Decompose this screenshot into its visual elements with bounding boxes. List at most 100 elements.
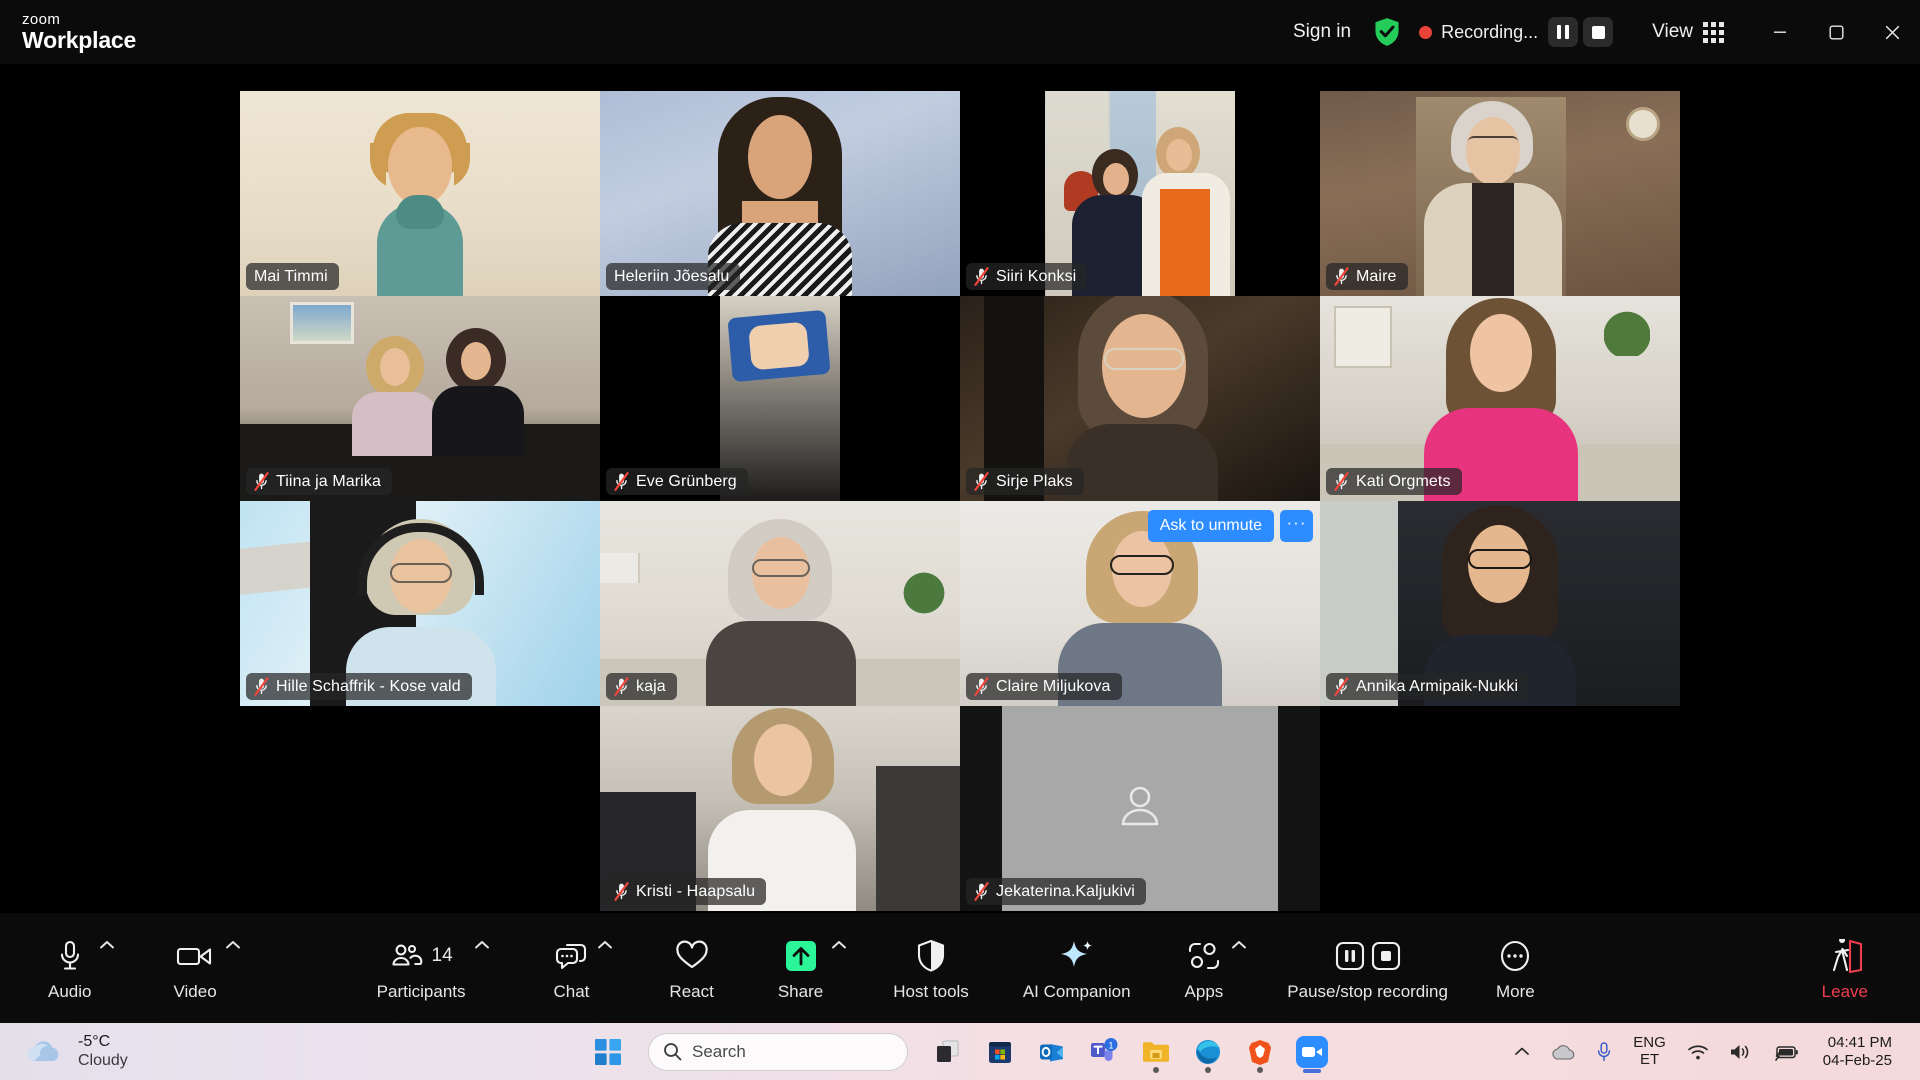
teams-badge-count: 1 <box>1108 1040 1113 1050</box>
participant-name-badge: Claire Miljukova <box>966 673 1122 700</box>
video-wall-picture <box>290 302 354 344</box>
battery-button[interactable] <box>1765 1030 1807 1074</box>
video-baby <box>748 321 810 371</box>
zoom-taskbar-button[interactable] <box>1286 1028 1338 1076</box>
apps-control-group: Apps <box>1179 925 1248 1011</box>
participant-tile[interactable]: Siiri Konksi <box>960 91 1320 296</box>
video-options-caret[interactable] <box>225 937 241 954</box>
video-face-a <box>380 348 410 386</box>
brave-browser-button[interactable] <box>1234 1028 1286 1076</box>
view-button[interactable]: View <box>1652 21 1724 43</box>
video-button[interactable]: Video <box>167 925 222 1011</box>
minimize-button[interactable] <box>1752 0 1808 64</box>
participant-row: Tiina ja Marika Eve Grünberg Sirje Plaks… <box>240 296 1680 501</box>
language-indicator[interactable]: ENG ET <box>1624 1033 1675 1069</box>
pause-stop-recording-button[interactable]: Pause/stop recording <box>1281 925 1454 1011</box>
stop-icon <box>1591 25 1605 39</box>
participant-name-badge: Annika Armipaik-Nukki <box>1326 673 1530 700</box>
title-bar: zoom Workplace Sign in Recording... View <box>0 0 1920 64</box>
zoom-meeting-window: zoom Workplace Sign in Recording... View… <box>0 0 1920 1080</box>
react-button[interactable]: React <box>663 925 719 1011</box>
participant-tile-hovered[interactable]: Ask to unmute ··· Claire Miljukova <box>960 501 1320 706</box>
chat-options-caret[interactable] <box>597 937 613 954</box>
participant-name: Tiina ja Marika <box>276 472 381 490</box>
muted-microphone-icon <box>974 882 989 901</box>
apps-options-caret[interactable] <box>1231 937 1247 954</box>
microphone-tray-button[interactable] <box>1588 1030 1620 1074</box>
taskbar-weather-widget[interactable]: -5°C Cloudy <box>22 1033 128 1070</box>
language-primary: ENG <box>1633 1033 1666 1051</box>
share-button[interactable]: Share <box>772 925 829 1011</box>
audio-button[interactable]: Audio <box>42 925 97 1011</box>
participant-name: kaja <box>636 677 666 695</box>
recording-label: Recording... <box>1441 21 1539 42</box>
participant-name: Claire Miljukova <box>996 677 1111 695</box>
participant-tile[interactable]: Eve Grünberg <box>600 296 960 501</box>
letterbox-right <box>840 296 960 501</box>
participant-tile-no-video[interactable]: Jekaterina.Kaljukivi <box>960 706 1320 911</box>
microsoft-store-button[interactable] <box>974 1028 1026 1076</box>
participant-tile[interactable]: Sirje Plaks <box>960 296 1320 501</box>
microsoft-teams-button[interactable]: 1 <box>1078 1028 1130 1076</box>
file-explorer-button[interactable] <box>1130 1028 1182 1076</box>
participant-tile[interactable]: Kati Orgmets <box>1320 296 1680 501</box>
outlook-icon <box>1040 1043 1063 1061</box>
share-options-caret[interactable] <box>831 937 847 954</box>
stop-recording-button[interactable] <box>1583 17 1614 47</box>
participant-name: Eve Grünberg <box>636 472 737 490</box>
muted-microphone-icon <box>254 677 269 696</box>
ai-companion-button[interactable]: AI Companion <box>1017 925 1137 1011</box>
audio-options-caret[interactable] <box>99 937 115 954</box>
host-tools-button[interactable]: Host tools <box>887 925 975 1011</box>
microsoft-edge-button[interactable] <box>1182 1028 1234 1076</box>
tile-more-options-button[interactable]: ··· <box>1280 510 1313 542</box>
participant-tile-active-speaker[interactable]: Heleriin Jõesalu <box>600 91 960 296</box>
volume-button[interactable] <box>1721 1030 1761 1074</box>
chat-button[interactable]: Chat <box>548 925 596 1011</box>
file-explorer-icon <box>1143 1041 1169 1062</box>
participant-tile[interactable]: Kristi - Haapsalu <box>600 706 960 911</box>
taskbar-search-box[interactable]: Search <box>648 1032 908 1071</box>
task-view-button[interactable] <box>922 1028 974 1076</box>
video-torso-b <box>432 386 524 456</box>
pause-icon <box>1557 25 1570 39</box>
participant-tile[interactable]: kaja <box>600 501 960 706</box>
tray-overflow-button[interactable] <box>1506 1030 1538 1074</box>
ellipsis-icon <box>1498 935 1532 977</box>
maximize-button[interactable] <box>1808 0 1864 64</box>
ask-to-unmute-button[interactable]: Ask to unmute <box>1147 510 1274 542</box>
participant-name-badge: Kristi - Haapsalu <box>606 878 767 905</box>
share-label: Share <box>777 981 824 1001</box>
participant-name: Hille Schaffrik - Kose vald <box>276 677 461 695</box>
video-plant <box>1604 304 1650 356</box>
start-button[interactable] <box>582 1028 634 1076</box>
apps-icon <box>1187 935 1221 977</box>
participant-name-badge: Maire <box>1326 263 1408 290</box>
participant-tile[interactable]: Hille Schaffrik - Kose vald <box>240 501 600 706</box>
participant-tile[interactable]: Annika Armipaik-Nukki <box>1320 501 1680 706</box>
taskbar-clock[interactable]: 04:41 PM 04-Feb-25 <box>1811 1034 1902 1069</box>
participant-row: Mai Timmi Heleriin Jõesalu Siiri Konksi … <box>240 91 1680 296</box>
avatar <box>1120 784 1160 830</box>
participant-tile[interactable]: Maire <box>1320 91 1680 296</box>
sign-in-button[interactable]: Sign in <box>1293 21 1351 43</box>
pause-recording-button[interactable] <box>1548 17 1579 47</box>
onedrive-tray-button[interactable] <box>1542 1030 1584 1074</box>
participants-options-caret[interactable] <box>474 937 490 954</box>
video-glasses <box>1468 136 1518 148</box>
participant-tile[interactable]: Mai Timmi <box>240 91 600 296</box>
participants-button[interactable]: 14 Participants <box>371 925 472 1011</box>
close-button[interactable] <box>1864 0 1920 64</box>
wifi-button[interactable] <box>1679 1030 1717 1074</box>
microsoft-teams-icon: 1 <box>1091 1037 1118 1061</box>
video-face <box>748 115 812 199</box>
shield-check-icon[interactable] <box>1373 17 1401 47</box>
outlook-button[interactable] <box>1026 1028 1078 1076</box>
participant-tile[interactable]: Tiina ja Marika <box>240 296 600 501</box>
more-button[interactable]: More <box>1490 925 1541 1011</box>
participant-name-badge: Eve Grünberg <box>606 468 748 495</box>
tile-hover-controls: Ask to unmute ··· <box>1147 510 1313 542</box>
leave-button[interactable]: Leave <box>1816 925 1874 1011</box>
apps-button[interactable]: Apps <box>1179 925 1230 1011</box>
video-face-b <box>461 342 491 380</box>
